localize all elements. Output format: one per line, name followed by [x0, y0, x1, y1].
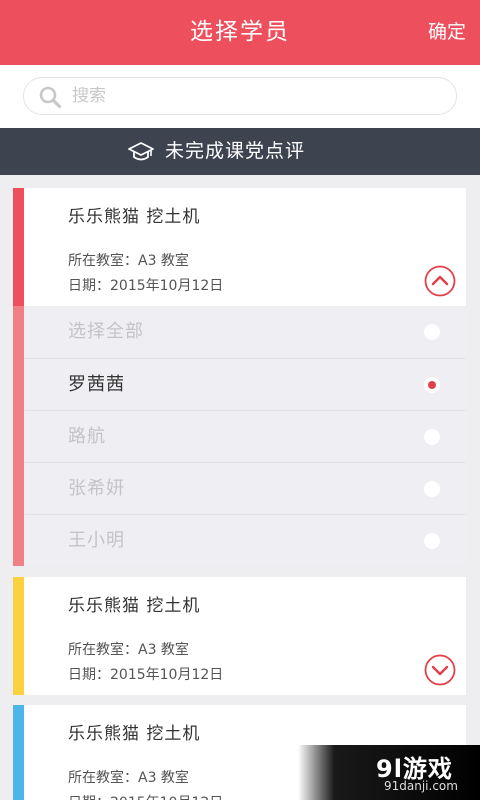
student-row[interactable]: 路航	[24, 410, 466, 462]
student-name: 王小明	[68, 530, 125, 551]
select-all-row[interactable]: 选择全部	[24, 306, 466, 358]
card-stripe	[13, 577, 24, 695]
list-stripe	[13, 306, 24, 566]
search-area	[0, 65, 480, 128]
radio-button[interactable]	[424, 324, 440, 340]
student-row[interactable]: 罗茜茜	[24, 358, 466, 410]
section-label: 未完成课党点评	[165, 140, 306, 162]
student-list: 选择全部 罗茜茜 路航 张希妍 王小明	[13, 306, 466, 566]
course-name: 乐乐熊猫 挖土机	[68, 724, 201, 744]
classroom-label: 所在教室：A3 教室	[68, 253, 189, 269]
watermark: 9l游戏 91danji.com	[298, 745, 480, 800]
top-bar: 选择学员 确定	[0, 0, 480, 65]
student-name: 张希妍	[68, 478, 125, 499]
date-label: 日期：2015年10月12日	[68, 792, 223, 800]
student-name: 路航	[68, 426, 106, 447]
radio-button[interactable]	[424, 533, 440, 549]
graduation-cap-icon	[128, 142, 154, 161]
card-stripe	[13, 705, 24, 800]
course-card[interactable]: 乐乐熊猫 挖土机 所在教室：A3 教室 日期：2015年10月12日	[13, 577, 466, 695]
search-box[interactable]	[23, 77, 457, 115]
student-name: 罗茜茜	[68, 374, 125, 395]
classroom-label: 所在教室：A3 教室	[68, 642, 189, 658]
student-name: 选择全部	[68, 321, 144, 342]
student-row[interactable]: 王小明	[24, 514, 466, 566]
student-row[interactable]: 张希妍	[24, 462, 466, 514]
confirm-button[interactable]: 确定	[428, 0, 466, 65]
course-card[interactable]: 乐乐熊猫 挖土机 所在教室：A3 教室 日期：2015年10月12日	[13, 188, 466, 306]
section-header: 未完成课党点评	[0, 128, 480, 175]
date-label: 日期：2015年10月12日	[68, 278, 224, 294]
date-label: 日期：2015年10月12日	[68, 667, 224, 683]
course-name: 乐乐熊猫 挖土机	[68, 207, 201, 227]
radio-button[interactable]	[424, 429, 440, 445]
page-title: 选择学员	[190, 19, 290, 45]
chevron-down-icon[interactable]	[424, 654, 456, 686]
course-name: 乐乐熊猫 挖土机	[68, 596, 201, 616]
watermark-site: 91danji.com	[384, 779, 458, 793]
search-icon	[39, 86, 62, 109]
radio-button[interactable]	[424, 377, 440, 393]
card-stripe	[13, 188, 24, 306]
radio-button[interactable]	[424, 481, 440, 497]
classroom-label: 所在教室：A3 教室	[68, 770, 189, 786]
search-input[interactable]	[72, 78, 442, 113]
chevron-up-icon[interactable]	[424, 265, 456, 297]
